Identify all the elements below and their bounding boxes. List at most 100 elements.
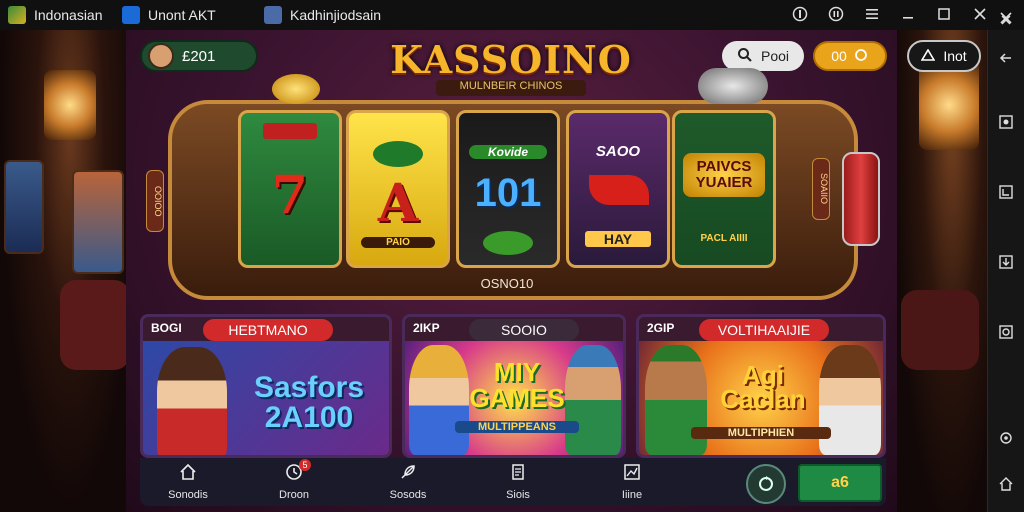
card-title: MIY GAMES [469,357,565,413]
rotate-icon[interactable] [994,180,1018,204]
reel-bottom-symbol: PAIO [361,237,435,248]
info-icon[interactable] [792,6,808,22]
reel-leaf-symbol [373,141,423,167]
character-image [565,345,621,455]
reel-bottom-symbol: HAY [585,231,651,247]
reel-top-symbol: SAOO [595,143,641,160]
nav-label: Droon [279,489,309,501]
notification-badge: 5 [299,459,311,471]
pause-icon[interactable] [828,6,844,22]
window-titlebar: Indonasian Unont AKT Kadhinjiodsain [0,0,1024,31]
card-title: Sasfors 2A100 [253,371,365,434]
menu-icon[interactable] [864,6,880,22]
close-icon[interactable] [972,6,988,22]
play-button[interactable]: a6 [798,464,882,502]
card-pill: SOOIO [469,319,579,341]
search-button[interactable]: Pooi [722,41,804,71]
reel-main-symbol: 7 [271,165,309,226]
screenshot-icon[interactable] [994,110,1018,134]
game-card-2[interactable]: 2IKP SOOIO MIY GAMES MULTIPPEANS [402,314,626,458]
chart-icon [623,463,641,485]
left-side-tag: OOIOO [146,170,164,232]
app-tab[interactable]: Indonasian [8,4,103,26]
search-icon [737,47,753,66]
card-pill: HEBTMANO [203,319,333,341]
app-logo-icon [8,6,26,24]
reel-main-symbol: 101 [474,171,542,215]
reel-bottom-symbol: PACL AIIII [700,233,748,244]
game-logo: KASSOINO [390,36,632,82]
reel-main-symbol: PAIVCS YUAIER [683,153,765,197]
tab-icon [264,6,282,24]
reel-main-symbol: A [377,173,419,234]
card-corner-label: BOGI [151,321,182,335]
nav-label: Sonodis [168,489,208,501]
lamp-image [919,60,979,150]
back-arrow-icon[interactable] [994,46,1018,70]
card-pill: VOLTIHAAIJIE [699,319,829,341]
settings-icon[interactable] [994,426,1018,450]
nav-item-sosods[interactable]: Sosods [368,460,448,504]
spin-lever[interactable] [842,152,880,246]
nav-label: Siois [506,489,530,501]
right-side-tag: SOAIIO [812,158,830,220]
coin-icon [272,74,320,104]
search-label: Pooi [760,48,790,64]
casino-background-right [897,30,987,512]
nav-item-home[interactable]: Sonodis [148,460,228,504]
card-subtitle: MULTIPPEANS [455,421,579,433]
tab-2[interactable]: Kadhinjiodsain [264,4,381,26]
slot-reel-1: 7 [238,110,342,268]
card-title: Agi Caclan [720,360,806,414]
refresh-icon [759,476,773,491]
macro-icon[interactable] [994,320,1018,344]
coins-label: 00 [831,48,847,64]
tab-1[interactable]: Unont AKT [122,4,216,26]
chair-image [60,280,126,370]
lamp-image [44,70,96,140]
balance-pill[interactable]: £201 [140,40,258,72]
import-icon[interactable] [994,250,1018,274]
chair-image [901,290,979,370]
refresh-icon [853,47,869,66]
home-icon[interactable] [994,472,1018,496]
slot-caption: OSNO10 [480,276,534,291]
card-corner-label: 2GIP [647,321,675,335]
character-image [409,345,469,455]
coins-button[interactable]: 00 [813,41,887,71]
nav-item-timer[interactable]: 5 Droon [254,459,334,504]
slot-reel-4: SAOO HAY [566,110,670,268]
game-card-3[interactable]: 2GIP VOLTIHAAIJIE Agi Caclan MULTIPHIEN [636,314,886,458]
minimize-icon[interactable] [900,6,916,22]
triangle-icon [920,48,936,64]
nav-item-siois[interactable]: Siois [478,460,558,504]
clock-icon: 5 [285,459,311,485]
sidebar-close-icon[interactable] [994,6,1018,30]
nav-item-iiine[interactable]: Iiine [592,460,672,504]
reel-top-symbol: Kovide [469,145,547,159]
coin-stack-icon [698,68,768,104]
tab-1-label: Unont AKT [148,7,216,23]
slot-reel-3: Kovide 101 [456,110,560,268]
tab-icon [122,6,140,24]
reel-main-symbol [589,175,649,205]
nav-label: Sosods [389,489,427,501]
play-label: a6 [831,474,849,491]
balance-value: £201 [182,47,216,65]
spin-button[interactable] [746,464,786,504]
account-button[interactable]: Inot [907,40,981,72]
game-card-1[interactable]: BOGI HEBTMANO Sasfors 2A100 [140,314,392,458]
tab-2-label: Kadhinjiodsain [290,7,382,23]
casino-background-left [0,30,126,512]
card-corner-label: 2IKP [413,321,440,335]
character-image [157,347,227,455]
document-icon [509,463,527,485]
slot-machine-image [72,170,124,274]
avatar [148,43,174,69]
reel-top-symbol [263,123,317,139]
maximize-icon[interactable] [936,6,952,22]
reel-leaf-symbol [483,231,533,255]
nav-label: Iiine [621,489,643,501]
game-logo-subtitle: MULNBEIR CHINOS [436,80,586,96]
home-icon [179,463,197,485]
